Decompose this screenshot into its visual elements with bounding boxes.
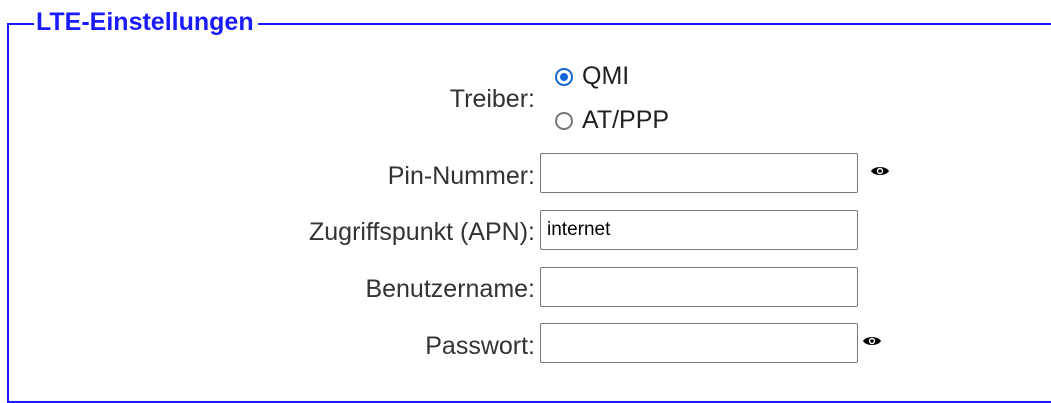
pin-input[interactable]: [540, 153, 858, 193]
driver-label: Treiber:: [449, 85, 535, 113]
radio-label-qmi: QMI: [582, 62, 630, 90]
radio-label-at-ppp: AT/PPP: [582, 106, 670, 134]
eye-icon[interactable]: [870, 164, 890, 178]
pin-label: Pin-Nummer:: [387, 162, 535, 190]
password-input[interactable]: [540, 323, 858, 363]
apn-input[interactable]: [540, 210, 858, 250]
radio-option-at-ppp[interactable]: AT/PPP: [555, 106, 669, 135]
eye-icon[interactable]: [862, 334, 882, 348]
radio-button-qmi[interactable]: [555, 67, 573, 86]
apn-label: Zugriffspunkt (APN):: [308, 218, 535, 246]
username-input[interactable]: [540, 267, 858, 307]
username-label: Benutzername:: [365, 275, 535, 303]
radio-option-qmi[interactable]: QMI: [555, 62, 629, 91]
password-label: Passwort:: [425, 332, 535, 360]
radio-button-at-ppp[interactable]: [555, 111, 573, 130]
section-title: LTE-Einstellungen: [34, 8, 258, 36]
